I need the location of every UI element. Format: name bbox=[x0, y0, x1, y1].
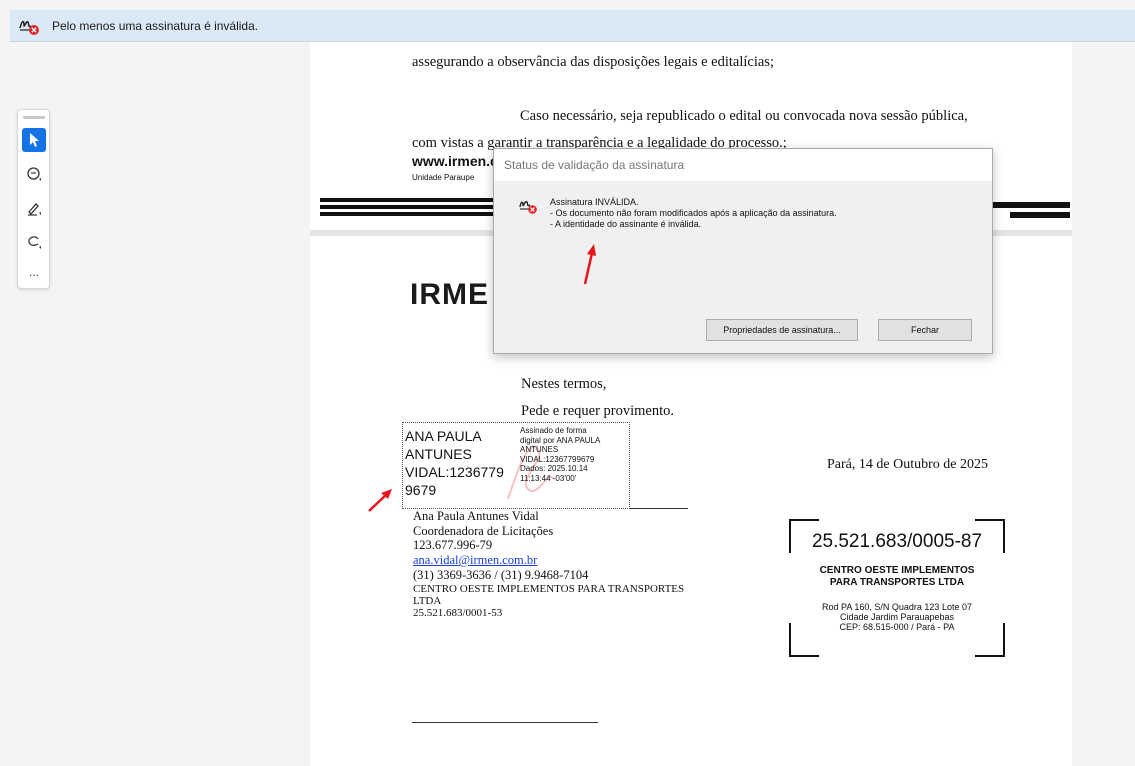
document-date: Pará, 14 de Outubro de 2025 bbox=[827, 457, 988, 472]
footer-stripe bbox=[320, 212, 495, 216]
signer-company: LTDA bbox=[413, 594, 442, 607]
select-tool-button[interactable] bbox=[22, 128, 46, 152]
footer-website: www.irmen.c bbox=[412, 153, 498, 169]
stamp-address: CEP: 68.515-000 / Pará - PA bbox=[839, 622, 955, 632]
signature-validation-dialog: Status de validação da assinatura Assina… bbox=[493, 148, 993, 354]
invalid-signature-icon bbox=[18, 16, 40, 36]
comment-icon bbox=[27, 167, 41, 181]
signer-document: 123.677.996-79 bbox=[413, 538, 493, 553]
footer-unit: Unidade Paraupe bbox=[412, 173, 475, 182]
signer-role: Coordenadora de Licitações bbox=[413, 523, 554, 538]
second-signature-line bbox=[412, 722, 598, 723]
freehand-draw-button[interactable] bbox=[22, 230, 46, 254]
highlight-draw-button[interactable] bbox=[22, 196, 46, 220]
stamp-address: Rod PA 160, S/N Quadra 123 Lote 07 bbox=[822, 602, 972, 612]
footer-stripe bbox=[320, 198, 495, 202]
signer-company: CENTRO OESTE IMPLEMENTOS PARA TRANSPORTE… bbox=[413, 582, 685, 595]
freehand-icon bbox=[28, 236, 41, 249]
dialog-status-line: Assinatura INVÁLIDA. bbox=[550, 197, 639, 207]
footer-stripe bbox=[320, 205, 495, 209]
stamp-company: PARA TRANSPORTES LTDA bbox=[829, 577, 965, 588]
closing-line: Pede e requer provimento. bbox=[521, 403, 675, 419]
signature-status-banner: Pelo menos uma assinatura é inválida. bbox=[10, 10, 1135, 42]
invalid-signature-icon bbox=[519, 200, 537, 214]
signature-properties-button[interactable]: Propriedades de assinatura... bbox=[706, 319, 858, 341]
banner-message: Pelo menos uma assinatura é inválida. bbox=[52, 18, 259, 33]
footer-stripe bbox=[1010, 212, 1070, 218]
dialog-message: Assinatura INVÁLIDA. - Os documento não … bbox=[550, 197, 837, 230]
cursor-arrow-icon bbox=[30, 133, 39, 147]
annotation-toolbar: ... bbox=[17, 109, 50, 289]
company-stamp: 25.521.683/0005-87 CENTRO OESTE IMPLEMEN… bbox=[789, 519, 1005, 657]
signer-info: Ana Paula Antunes Vidal Coordenadora de … bbox=[413, 509, 684, 619]
more-tools-button[interactable]: ... bbox=[22, 260, 46, 284]
digital-signature-field[interactable]: ANA PAULA ANTUNES VIDAL:1236779 9679 Ass… bbox=[402, 422, 630, 509]
page1-paragraph-line: assegurando a observância das disposiçõe… bbox=[412, 54, 774, 70]
signer-phone: (31) 3369-3636 / (31) 9.9468-7104 bbox=[413, 567, 589, 582]
signer-email-link[interactable]: ana.vidal@irmen.com.br bbox=[413, 553, 684, 568]
dialog-detail-line: - A identidade do assinante é inválida. bbox=[550, 219, 702, 229]
pen-icon bbox=[28, 203, 41, 216]
annotation-arrow-icon bbox=[368, 489, 392, 512]
annotation-arrow-icon bbox=[583, 244, 596, 285]
closing-line: Nestes termos, bbox=[521, 376, 607, 392]
signature-name-large: ANA PAULA ANTUNES VIDAL:1236779 9679 bbox=[405, 428, 504, 498]
stamp-address: Cidade Jardim Parauapebas bbox=[839, 612, 955, 622]
dialog-detail-line: - Os documento não foram modificados apó… bbox=[550, 208, 837, 218]
toolbar-drag-handle[interactable] bbox=[23, 116, 45, 119]
signer-cnpj: 25.521.683/0001-53 bbox=[413, 606, 503, 619]
footer-stripe bbox=[990, 202, 1070, 208]
company-logo: IRME bbox=[410, 278, 489, 311]
signature-details: Assinado de forma digital por ANA PAULA … bbox=[520, 426, 601, 483]
close-dialog-button[interactable]: Fechar bbox=[878, 319, 972, 341]
signer-name: Ana Paula Antunes Vidal bbox=[413, 509, 539, 523]
dialog-title: Status de validação da assinatura bbox=[494, 149, 992, 181]
add-comment-button[interactable] bbox=[22, 162, 46, 186]
stamp-cnpj: 25.521.683/0005-87 bbox=[811, 531, 983, 552]
page1-paragraph-line: Caso necessário, seja republicado o edit… bbox=[520, 108, 968, 124]
stamp-company: CENTRO OESTE IMPLEMENTOS bbox=[819, 565, 975, 576]
